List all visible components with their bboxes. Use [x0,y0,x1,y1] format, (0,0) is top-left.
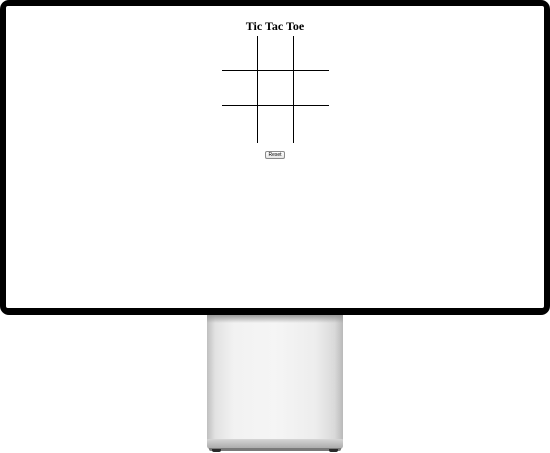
board-cell-6[interactable] [293,71,329,106]
monitor-stand-shadow [207,315,343,323]
board-cell-8[interactable] [257,106,293,143]
monitor-scene: Tic Tac Toe Reset [0,0,550,453]
monitor-stand-base-edge [209,448,341,451]
monitor-stand [207,315,343,441]
board-cell-2[interactable] [257,36,293,71]
board-cell-7[interactable] [222,106,257,143]
board-cell-4[interactable] [222,71,257,106]
board-cell-1[interactable] [222,36,257,71]
monitor-foot-left [212,449,221,452]
reset-button[interactable]: Reset [265,151,285,159]
screen: Tic Tac Toe Reset [6,6,544,308]
board-cell-3[interactable] [293,36,329,71]
monitor-foot-right [329,449,338,452]
tic-tac-toe-board [222,36,329,143]
board-cell-9[interactable] [293,106,329,143]
board-cell-5[interactable] [257,71,293,106]
page-title: Tic Tac Toe [245,19,305,33]
monitor-bezel: Tic Tac Toe Reset [0,0,550,315]
